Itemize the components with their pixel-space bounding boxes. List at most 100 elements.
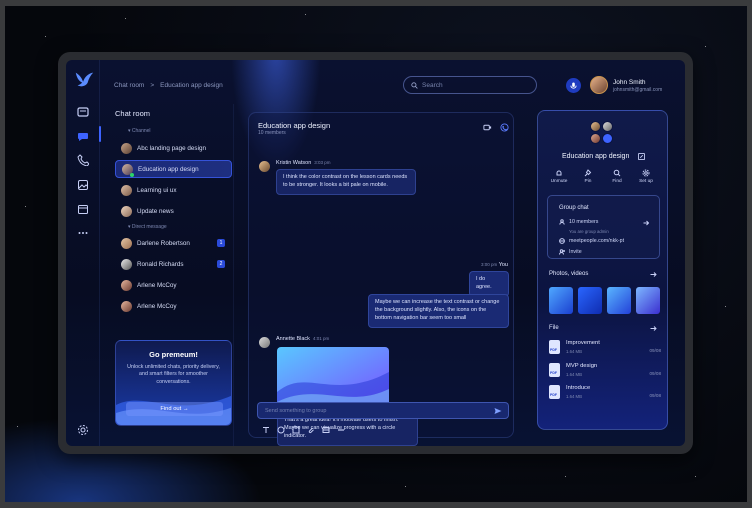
find-button[interactable]: Find <box>605 169 629 184</box>
promo-text: Unlock unlimited chats, priority deliver… <box>127 364 220 385</box>
avatar <box>121 237 132 249</box>
microphone-icon <box>570 82 577 89</box>
pdf-file-icon: PDF <box>549 340 560 354</box>
channel-section-label[interactable]: ▾ Channel <box>128 128 151 134</box>
pdf-file-icon: PDF <box>549 363 560 377</box>
avatar <box>602 133 613 144</box>
pin-button[interactable]: Pin <box>576 169 600 184</box>
group-chat-card: Group chat 10 members You are group admi… <box>547 195 660 259</box>
breadcrumb-root[interactable]: Chat room <box>114 82 144 89</box>
text-format-icon[interactable] <box>262 426 270 434</box>
image-icon[interactable] <box>77 179 89 191</box>
arrow-right-icon[interactable] <box>650 325 657 332</box>
avatar <box>590 121 601 132</box>
search-icon <box>411 81 418 89</box>
add-user-icon <box>559 249 565 255</box>
chat-member-count: 10 members <box>258 130 286 136</box>
photo-thumbnail[interactable] <box>578 287 602 314</box>
chat-panel: Education app design 10 members Kristin … <box>248 112 514 446</box>
calendar-icon[interactable] <box>77 203 89 215</box>
sidebar-title: Chat room <box>115 109 151 118</box>
avatar <box>121 205 132 217</box>
avatar <box>590 133 601 144</box>
invite-row[interactable]: Invite <box>559 249 582 255</box>
message-author: Kristin Watson 3:03 pm <box>276 160 331 166</box>
settings-icon[interactable] <box>77 424 89 436</box>
bell-icon <box>556 170 562 176</box>
group-link-row[interactable]: meetpeople.com/nkk-pt <box>559 238 624 244</box>
file-item[interactable]: PDF MVP design 1.64 MB 09/08 <box>549 361 661 381</box>
search-bar[interactable] <box>403 76 537 94</box>
channel-item-active[interactable]: Education app design <box>115 160 232 178</box>
phone-icon[interactable] <box>77 154 89 166</box>
image-upload-icon[interactable] <box>292 426 300 434</box>
direct-item[interactable]: Darlene Robertson 1 <box>115 234 232 252</box>
photo-thumbnail[interactable] <box>607 287 631 314</box>
breadcrumb-separator: > <box>150 82 155 89</box>
avatar <box>121 279 132 291</box>
channel-item[interactable]: Learning ui ux <box>115 181 232 199</box>
message-author: 3:00 pm You <box>481 262 508 268</box>
arrow-right-icon[interactable] <box>650 271 657 278</box>
file-item[interactable]: PDF Introduce 1.64 MB 09/08 <box>549 383 661 403</box>
chat-title: Education app design <box>258 121 331 130</box>
chat-bubbles-icon[interactable] <box>77 106 89 118</box>
shared-image[interactable] <box>277 347 389 409</box>
user-name: John Smith <box>613 79 646 86</box>
arrow-right-icon[interactable] <box>643 220 649 226</box>
mic-button[interactable] <box>566 78 581 93</box>
edit-icon[interactable] <box>638 153 645 160</box>
file-section-title: File <box>549 325 559 331</box>
more-icon[interactable] <box>77 227 89 239</box>
user-icon <box>559 219 565 225</box>
chat-sidebar: Chat room ▾ Channel Abc landing page des… <box>100 104 234 446</box>
avatar <box>259 161 270 172</box>
group-chat-title: Group chat <box>559 205 589 211</box>
emoji-icon[interactable] <box>277 426 285 434</box>
avatar <box>121 142 132 154</box>
search-input[interactable] <box>422 81 522 89</box>
channel-item[interactable]: Abc landing page design <box>115 139 232 157</box>
app-window: Chat room > Education app design John Sm… <box>66 60 685 446</box>
attach-icon[interactable] <box>307 426 315 434</box>
search-icon <box>613 169 621 177</box>
bird-logo-icon <box>75 72 94 87</box>
direct-section-label[interactable]: ▾ Direct message <box>128 224 167 230</box>
direct-item[interactable]: Arlene McCoy <box>115 297 232 315</box>
photo-thumbnail[interactable] <box>636 287 660 314</box>
message-composer[interactable] <box>257 402 509 419</box>
avatar <box>121 184 132 196</box>
avatar <box>121 300 132 312</box>
send-icon[interactable] <box>494 407 502 415</box>
user-avatar[interactable] <box>590 76 608 94</box>
message-input[interactable] <box>265 407 485 414</box>
gallery-icon[interactable] <box>322 426 330 434</box>
find-out-button[interactable]: Find out → <box>126 402 223 416</box>
group-name: Education app design <box>562 153 630 160</box>
more-options-icon[interactable] <box>337 426 345 434</box>
group-info-panel: Education app design Unmute Pin Find Set… <box>537 110 668 430</box>
nav-rail <box>66 60 101 446</box>
video-call-icon[interactable] <box>483 123 492 132</box>
call-icon[interactable] <box>500 123 509 132</box>
unmute-button[interactable]: Unmute <box>547 169 571 184</box>
direct-item[interactable]: Arlene McCoy <box>115 276 232 294</box>
file-item[interactable]: PDF Improvement 1.64 MB 09/08 <box>549 338 661 358</box>
breadcrumb-current: Education app design <box>160 82 223 89</box>
photo-thumbnail[interactable] <box>549 287 573 314</box>
breadcrumb: Chat room > Education app design <box>114 82 223 89</box>
admin-note: You are group admin <box>569 229 609 234</box>
direct-item[interactable]: Ronald Richards 2 <box>115 255 232 273</box>
promo-title: Go premeum! <box>149 350 198 359</box>
avatar <box>121 258 132 270</box>
group-members-row[interactable]: 10 members <box>559 219 598 225</box>
globe-icon <box>559 238 565 244</box>
pdf-file-icon: PDF <box>549 385 560 399</box>
message-bubble-own: Maybe we can increase the text contrast … <box>368 294 509 328</box>
avatar <box>602 121 613 132</box>
chat-icon[interactable] <box>77 130 89 142</box>
photos-section-title: Photos, videos <box>549 271 589 277</box>
setup-button[interactable]: Set up <box>634 169 658 184</box>
user-email: johnsmith@gmail.com <box>613 87 663 93</box>
channel-item[interactable]: Update news <box>115 202 232 220</box>
